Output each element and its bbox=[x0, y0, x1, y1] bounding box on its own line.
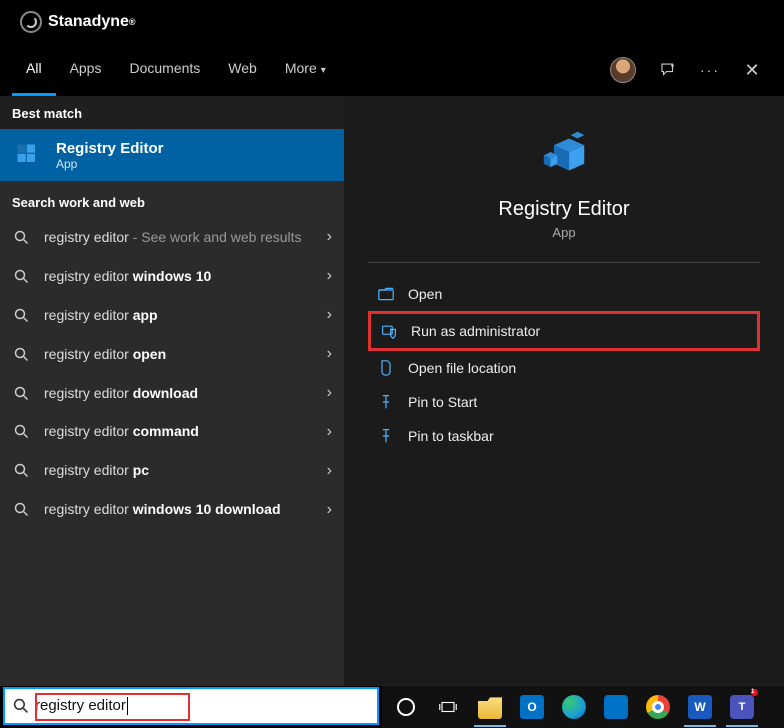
result-text: registry editor open bbox=[44, 345, 315, 364]
tab-documents[interactable]: Documents bbox=[115, 44, 214, 96]
search-icon bbox=[14, 386, 32, 401]
search-box[interactable]: registry editor bbox=[3, 687, 379, 725]
brand-logo-icon bbox=[20, 11, 42, 33]
admin-shield-icon bbox=[381, 323, 397, 339]
registry-editor-icon bbox=[12, 139, 44, 171]
brand-name: Stanadyne bbox=[48, 13, 129, 31]
app-blue-icon[interactable] bbox=[596, 687, 636, 727]
action-open-file-location[interactable]: Open file location bbox=[368, 351, 760, 385]
tab-apps[interactable]: Apps bbox=[56, 44, 116, 96]
result-text: registry editor command bbox=[44, 422, 315, 441]
tab-web[interactable]: Web bbox=[214, 44, 271, 96]
result-text: registry editor - See work and web resul… bbox=[44, 228, 315, 247]
feedback-icon[interactable] bbox=[658, 60, 678, 80]
chevron-right-icon[interactable]: › bbox=[327, 501, 332, 519]
search-icon bbox=[14, 424, 32, 439]
task-view-icon[interactable] bbox=[428, 687, 468, 727]
tab-more[interactable]: More▾ bbox=[271, 44, 340, 96]
close-icon[interactable]: ✕ bbox=[742, 60, 762, 80]
open-icon bbox=[378, 287, 394, 301]
pin-taskbar-icon bbox=[378, 428, 394, 444]
action-open[interactable]: Open bbox=[368, 277, 760, 311]
search-icon bbox=[14, 463, 32, 478]
action-pin-to-start[interactable]: Pin to Start bbox=[368, 385, 760, 419]
action-run-as-admin[interactable]: Run as administrator bbox=[368, 311, 760, 351]
chevron-right-icon[interactable]: › bbox=[327, 267, 332, 285]
preview-panel: Registry Editor App Open Run as administ… bbox=[344, 96, 784, 686]
search-result[interactable]: registry editor download › bbox=[0, 374, 344, 413]
search-input[interactable]: registry editor bbox=[35, 697, 128, 715]
chevron-right-icon[interactable]: › bbox=[327, 384, 332, 402]
result-text: registry editor download bbox=[44, 384, 315, 403]
search-icon bbox=[14, 269, 32, 284]
preview-title: Registry Editor bbox=[498, 198, 629, 221]
chevron-right-icon[interactable]: › bbox=[327, 345, 332, 363]
search-result[interactable]: registry editor app › bbox=[0, 296, 344, 335]
search-result[interactable]: registry editor open › bbox=[0, 335, 344, 374]
results-panel: Best match Registry Editor App Search wo… bbox=[0, 96, 344, 686]
search-header: All Apps Documents Web More▾ ··· ✕ bbox=[0, 44, 784, 96]
search-result[interactable]: registry editor - See work and web resul… bbox=[0, 218, 344, 257]
taskbar: O W T1 bbox=[382, 686, 784, 728]
result-text: registry editor app bbox=[44, 306, 315, 325]
best-match-label: Best match bbox=[0, 96, 344, 129]
result-text: registry editor windows 10 download bbox=[44, 500, 315, 519]
search-icon bbox=[13, 698, 29, 714]
preview-subtitle: App bbox=[552, 225, 575, 240]
search-result[interactable]: registry editor windows 10 › bbox=[0, 257, 344, 296]
best-match-subtitle: App bbox=[56, 157, 164, 171]
action-pin-to-taskbar[interactable]: Pin to taskbar bbox=[368, 419, 760, 453]
chevron-right-icon[interactable]: › bbox=[327, 306, 332, 324]
user-avatar[interactable] bbox=[610, 57, 636, 83]
outlook-icon[interactable]: O bbox=[512, 687, 552, 727]
search-icon bbox=[14, 308, 32, 323]
chrome-icon[interactable] bbox=[638, 687, 678, 727]
results-list: registry editor - See work and web resul… bbox=[0, 218, 344, 686]
search-icon bbox=[14, 502, 32, 517]
registry-editor-large-icon bbox=[537, 130, 591, 184]
chevron-right-icon[interactable]: › bbox=[327, 423, 332, 441]
best-match-title: Registry Editor bbox=[56, 140, 164, 157]
chevron-right-icon[interactable]: › bbox=[327, 228, 332, 246]
tab-all[interactable]: All bbox=[12, 44, 56, 96]
brand-bar: Stanadyne® bbox=[0, 0, 784, 44]
search-icon bbox=[14, 347, 32, 362]
cortana-icon[interactable] bbox=[386, 687, 426, 727]
tabs: All Apps Documents Web More▾ bbox=[12, 44, 340, 96]
search-icon bbox=[14, 230, 32, 245]
result-text: registry editor pc bbox=[44, 461, 315, 480]
pin-start-icon bbox=[378, 394, 394, 410]
file-explorer-icon[interactable] bbox=[470, 687, 510, 727]
search-result[interactable]: registry editor windows 10 download › bbox=[0, 490, 344, 529]
search-result[interactable]: registry editor pc › bbox=[0, 451, 344, 490]
chevron-right-icon[interactable]: › bbox=[327, 462, 332, 480]
word-icon[interactable]: W bbox=[680, 687, 720, 727]
teams-icon[interactable]: T1 bbox=[722, 687, 762, 727]
file-location-icon bbox=[378, 360, 394, 376]
search-result[interactable]: registry editor command › bbox=[0, 412, 344, 451]
result-text: registry editor windows 10 bbox=[44, 267, 315, 286]
edge-icon[interactable] bbox=[554, 687, 594, 727]
best-match-item[interactable]: Registry Editor App bbox=[0, 129, 344, 181]
search-web-label: Search work and web bbox=[0, 181, 344, 218]
more-options-icon[interactable]: ··· bbox=[700, 60, 720, 80]
